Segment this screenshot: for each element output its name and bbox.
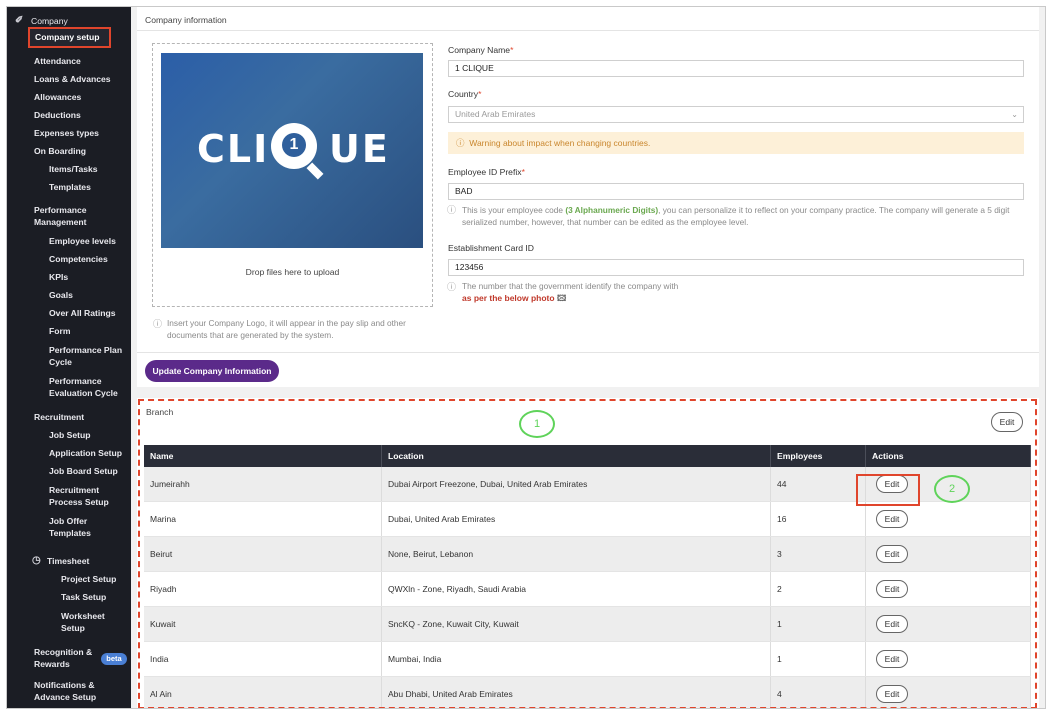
sidebar-item-performance[interactable]: Performance Management bbox=[34, 204, 104, 228]
annotation-branch-box bbox=[138, 399, 1037, 708]
country-warning-text: Warning about impact when changing count… bbox=[469, 138, 651, 148]
logo-number: 1 bbox=[282, 133, 306, 157]
sidebar-item-competencies[interactable]: Competencies bbox=[49, 253, 129, 265]
sidebar-item-form[interactable]: Form bbox=[49, 325, 129, 337]
sidebar-item-performance-evaluation-cycle[interactable]: Performance Evaluation Cycle bbox=[49, 375, 119, 399]
annotation-edit-box bbox=[856, 474, 920, 506]
company-name-label: Company Name* bbox=[448, 45, 514, 55]
logo-text-right: UE bbox=[329, 127, 390, 171]
logo-help-text: Insert your Company Logo, it will appear… bbox=[167, 318, 406, 340]
employee-id-prefix-field[interactable]: BAD bbox=[448, 183, 1024, 200]
company-name-field[interactable]: 1 CLIQUE bbox=[448, 60, 1024, 77]
sidebar-item-job-board-setup[interactable]: Job Board Setup bbox=[49, 465, 129, 477]
divider bbox=[137, 30, 1039, 31]
warning-icon: ⓘ bbox=[456, 138, 465, 148]
sidebar-item-deductions[interactable]: Deductions bbox=[34, 109, 129, 121]
sidebar-item-application-setup[interactable]: Application Setup bbox=[49, 447, 129, 459]
company-logo-image: CLI 1 UE bbox=[161, 53, 423, 248]
sidebar-item-expenses-types[interactable]: Expenses types bbox=[34, 127, 129, 139]
sidebar-item-task-setup[interactable]: Task Setup bbox=[61, 591, 127, 603]
image-icon: 🖾 bbox=[556, 293, 567, 303]
info-icon: ⓘ bbox=[447, 205, 457, 215]
country-warning: ⓘ Warning about impact when changing cou… bbox=[448, 132, 1024, 154]
sidebar-item-notifications[interactable]: Notifications & Advance Setup bbox=[34, 679, 114, 703]
sidebar-item-recognition-rewards[interactable]: Recognition & Rewards bbox=[34, 646, 96, 670]
card-id-label: Establishment Card ID bbox=[448, 243, 534, 253]
country-select[interactable]: United Arab Emirates ⌄ bbox=[448, 106, 1024, 123]
sidebar-item-timesheet[interactable]: Timesheet bbox=[47, 555, 89, 567]
drop-text: Drop files here to upload bbox=[245, 267, 340, 277]
card-help-text: The number that the government identify … bbox=[462, 281, 679, 291]
required-mark: * bbox=[478, 89, 482, 99]
country-label: Country* bbox=[448, 89, 482, 99]
logo-tail bbox=[306, 162, 324, 180]
photo-link[interactable]: as per the below photo 🖾 bbox=[462, 293, 566, 307]
sidebar-item-attendance[interactable]: Attendance bbox=[34, 55, 129, 67]
sidebar-item-items-tasks[interactable]: Items/Tasks bbox=[49, 163, 129, 175]
required-mark: * bbox=[521, 167, 525, 177]
sidebar-item-allowances[interactable]: Allowances bbox=[34, 91, 129, 103]
sidebar-item-job-offer-templates[interactable]: Job Offer Templates bbox=[49, 515, 99, 539]
sidebar-item-job-setup[interactable]: Job Setup bbox=[49, 429, 129, 441]
sidebar-section-company[interactable]: Company bbox=[31, 15, 68, 27]
clock-icon: ◷ bbox=[32, 555, 41, 566]
company-info-title: Company information bbox=[145, 15, 227, 25]
annotation-marker-2: 2 bbox=[934, 475, 970, 503]
beta-badge: beta bbox=[101, 653, 127, 665]
sidebar-item-project-setup[interactable]: Project Setup bbox=[61, 573, 127, 585]
rocket-icon: ✐ bbox=[15, 15, 24, 26]
sidebar: ✐ Company Company setup Attendance Loans… bbox=[7, 7, 131, 708]
chevron-down-icon: ⌄ bbox=[1011, 110, 1018, 119]
sidebar-item-goals[interactable]: Goals bbox=[49, 289, 129, 301]
update-company-button[interactable]: Update Company Information bbox=[145, 360, 279, 382]
sidebar-item-over-all-ratings[interactable]: Over All Ratings bbox=[49, 307, 129, 319]
sidebar-item-onboarding[interactable]: On Boarding bbox=[34, 145, 129, 157]
sidebar-item-loans[interactable]: Loans & Advances bbox=[34, 73, 129, 85]
sidebar-item-performance-plan-cycle[interactable]: Performance Plan Cycle bbox=[49, 344, 123, 368]
country-select-value: United Arab Emirates bbox=[455, 109, 536, 119]
prefix-help-text: This is your employee code (3 Alphanumer… bbox=[462, 205, 1010, 227]
required-mark: * bbox=[510, 45, 514, 55]
sidebar-item-recruitment-process-setup[interactable]: Recruitment Process Setup bbox=[49, 484, 109, 508]
sidebar-item-employee-levels[interactable]: Employee levels bbox=[49, 235, 129, 247]
sidebar-item-kpis[interactable]: KPIs bbox=[49, 271, 129, 283]
app-window: ✐ Company Company setup Attendance Loans… bbox=[6, 6, 1046, 709]
sidebar-item-recruitment[interactable]: Recruitment bbox=[34, 411, 129, 423]
sidebar-item-templates[interactable]: Templates bbox=[49, 181, 129, 193]
sidebar-item-company-setup[interactable]: Company setup bbox=[28, 27, 111, 48]
info-icon: ⓘ bbox=[447, 282, 457, 292]
info-icon: ⓘ bbox=[153, 319, 163, 329]
establishment-card-field[interactable]: 123456 bbox=[448, 259, 1024, 276]
logo-text-left: CLI bbox=[197, 127, 270, 171]
divider bbox=[137, 352, 1039, 353]
prefix-label: Employee ID Prefix* bbox=[448, 167, 525, 177]
sidebar-item-worksheet-setup[interactable]: Worksheet Setup bbox=[61, 610, 111, 634]
